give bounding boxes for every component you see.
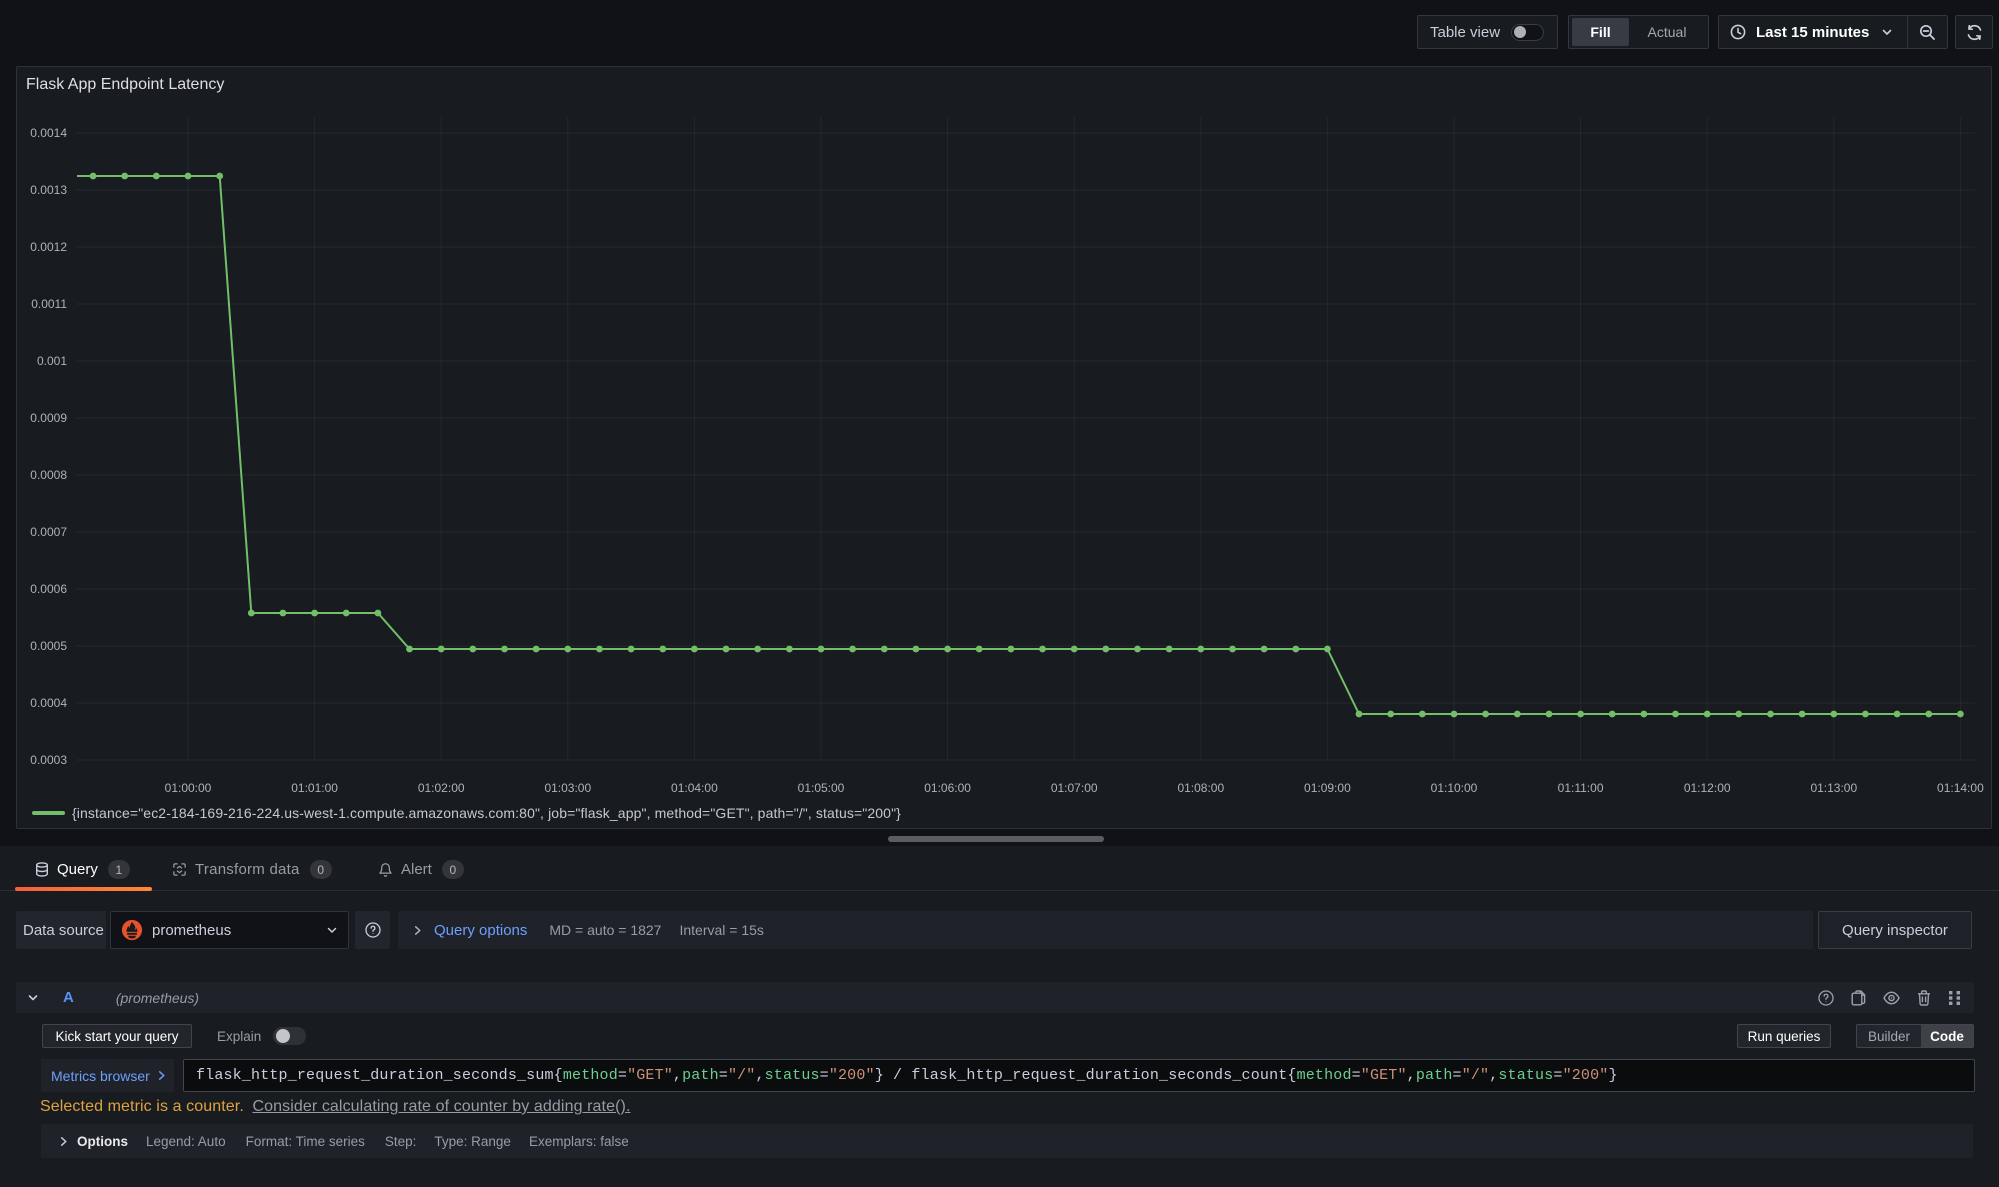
svg-text:01:11:00: 01:11:00 <box>1558 781 1604 795</box>
svg-text:01:04:00: 01:04:00 <box>671 781 718 795</box>
svg-text:0.0014: 0.0014 <box>30 126 67 140</box>
svg-text:01:09:00: 01:09:00 <box>1304 781 1351 795</box>
svg-text:01:06:00: 01:06:00 <box>924 781 971 795</box>
svg-text:01:12:00: 01:12:00 <box>1684 781 1731 795</box>
svg-text:01:01:00: 01:01:00 <box>291 781 338 795</box>
svg-text:0.0006: 0.0006 <box>30 582 67 596</box>
svg-text:0.0009: 0.0009 <box>30 411 67 425</box>
svg-text:0.0003: 0.0003 <box>30 753 67 767</box>
svg-text:0.0005: 0.0005 <box>30 639 67 653</box>
svg-text:01:13:00: 01:13:00 <box>1810 781 1857 795</box>
svg-text:01:03:00: 01:03:00 <box>544 781 591 795</box>
svg-text:0.0011: 0.0011 <box>31 297 67 311</box>
svg-text:0.001: 0.001 <box>37 354 67 368</box>
svg-text:0.0004: 0.0004 <box>30 696 67 710</box>
svg-text:01:00:00: 01:00:00 <box>165 781 212 795</box>
svg-text:0.0013: 0.0013 <box>30 183 67 197</box>
svg-text:01:02:00: 01:02:00 <box>418 781 465 795</box>
svg-text:0.0012: 0.0012 <box>30 240 67 254</box>
svg-text:01:07:00: 01:07:00 <box>1051 781 1098 795</box>
svg-text:01:08:00: 01:08:00 <box>1177 781 1224 795</box>
svg-text:0.0007: 0.0007 <box>30 525 67 539</box>
svg-text:0.0008: 0.0008 <box>30 468 67 482</box>
svg-text:01:10:00: 01:10:00 <box>1431 781 1478 795</box>
svg-text:01:14:00: 01:14:00 <box>1937 781 1984 795</box>
svg-text:01:05:00: 01:05:00 <box>798 781 845 795</box>
